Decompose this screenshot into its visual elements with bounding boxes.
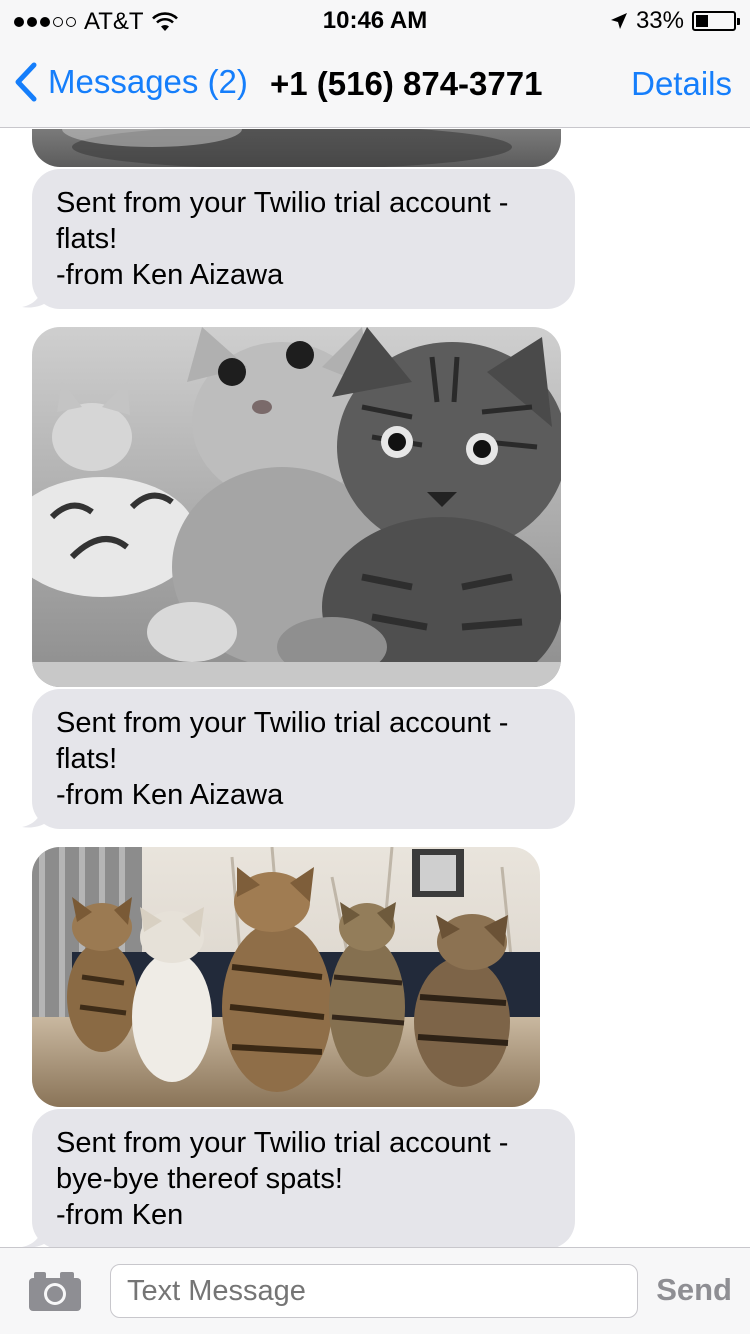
- nav-bar: Messages (2) +1 (516) 874-3771 Details: [0, 40, 750, 128]
- message-line: Sent from your Twilio trial account -: [56, 707, 509, 739]
- status-bar: AT&T 10:46 AM 33%: [0, 0, 750, 40]
- battery-icon: [692, 11, 740, 31]
- conversation-title: +1 (516) 874-3771: [270, 65, 543, 102]
- text-message[interactable]: Sent from your Twilio trial account - by…: [32, 1109, 575, 1247]
- message-line: -from Ken Aizawa: [56, 779, 284, 811]
- message-line: Sent from your Twilio trial account -: [56, 1127, 509, 1159]
- image-message[interactable]: [32, 129, 561, 167]
- message-line: bye-bye thereof spats!: [56, 1163, 343, 1195]
- message-line: -from Ken: [56, 1199, 184, 1231]
- message-text-field[interactable]: [110, 1264, 638, 1318]
- chevron-left-icon: [15, 62, 37, 102]
- message-line: -from Ken Aizawa: [56, 259, 284, 291]
- camera-icon: [29, 1272, 81, 1311]
- status-right: 33%: [610, 7, 740, 35]
- message-input-bar: Send: [0, 1247, 750, 1334]
- kittens-looking-up-photo: [32, 847, 540, 1107]
- details-button[interactable]: Details: [631, 65, 732, 103]
- message-line: flats!: [56, 743, 118, 775]
- battery-fill: [696, 15, 708, 27]
- image-message[interactable]: [32, 847, 540, 1107]
- image-message[interactable]: [32, 327, 561, 687]
- message-list[interactable]: Sent from your Twilio trial account - fl…: [0, 129, 750, 1247]
- back-button[interactable]: Messages (2): [14, 62, 248, 102]
- battery-percent: 33%: [635, 7, 684, 34]
- message-line: flats!: [56, 223, 118, 255]
- text-message[interactable]: Sent from your Twilio trial account - fl…: [32, 689, 575, 829]
- back-button-label: Messages (2): [48, 63, 248, 100]
- kittens-photo: [32, 327, 561, 687]
- message-line: Sent from your Twilio trial account -: [56, 187, 509, 219]
- text-message[interactable]: Sent from your Twilio trial account - fl…: [32, 169, 575, 309]
- location-arrow-icon: [610, 13, 627, 29]
- camera-button[interactable]: [28, 1270, 82, 1317]
- send-button[interactable]: Send: [656, 1272, 732, 1308]
